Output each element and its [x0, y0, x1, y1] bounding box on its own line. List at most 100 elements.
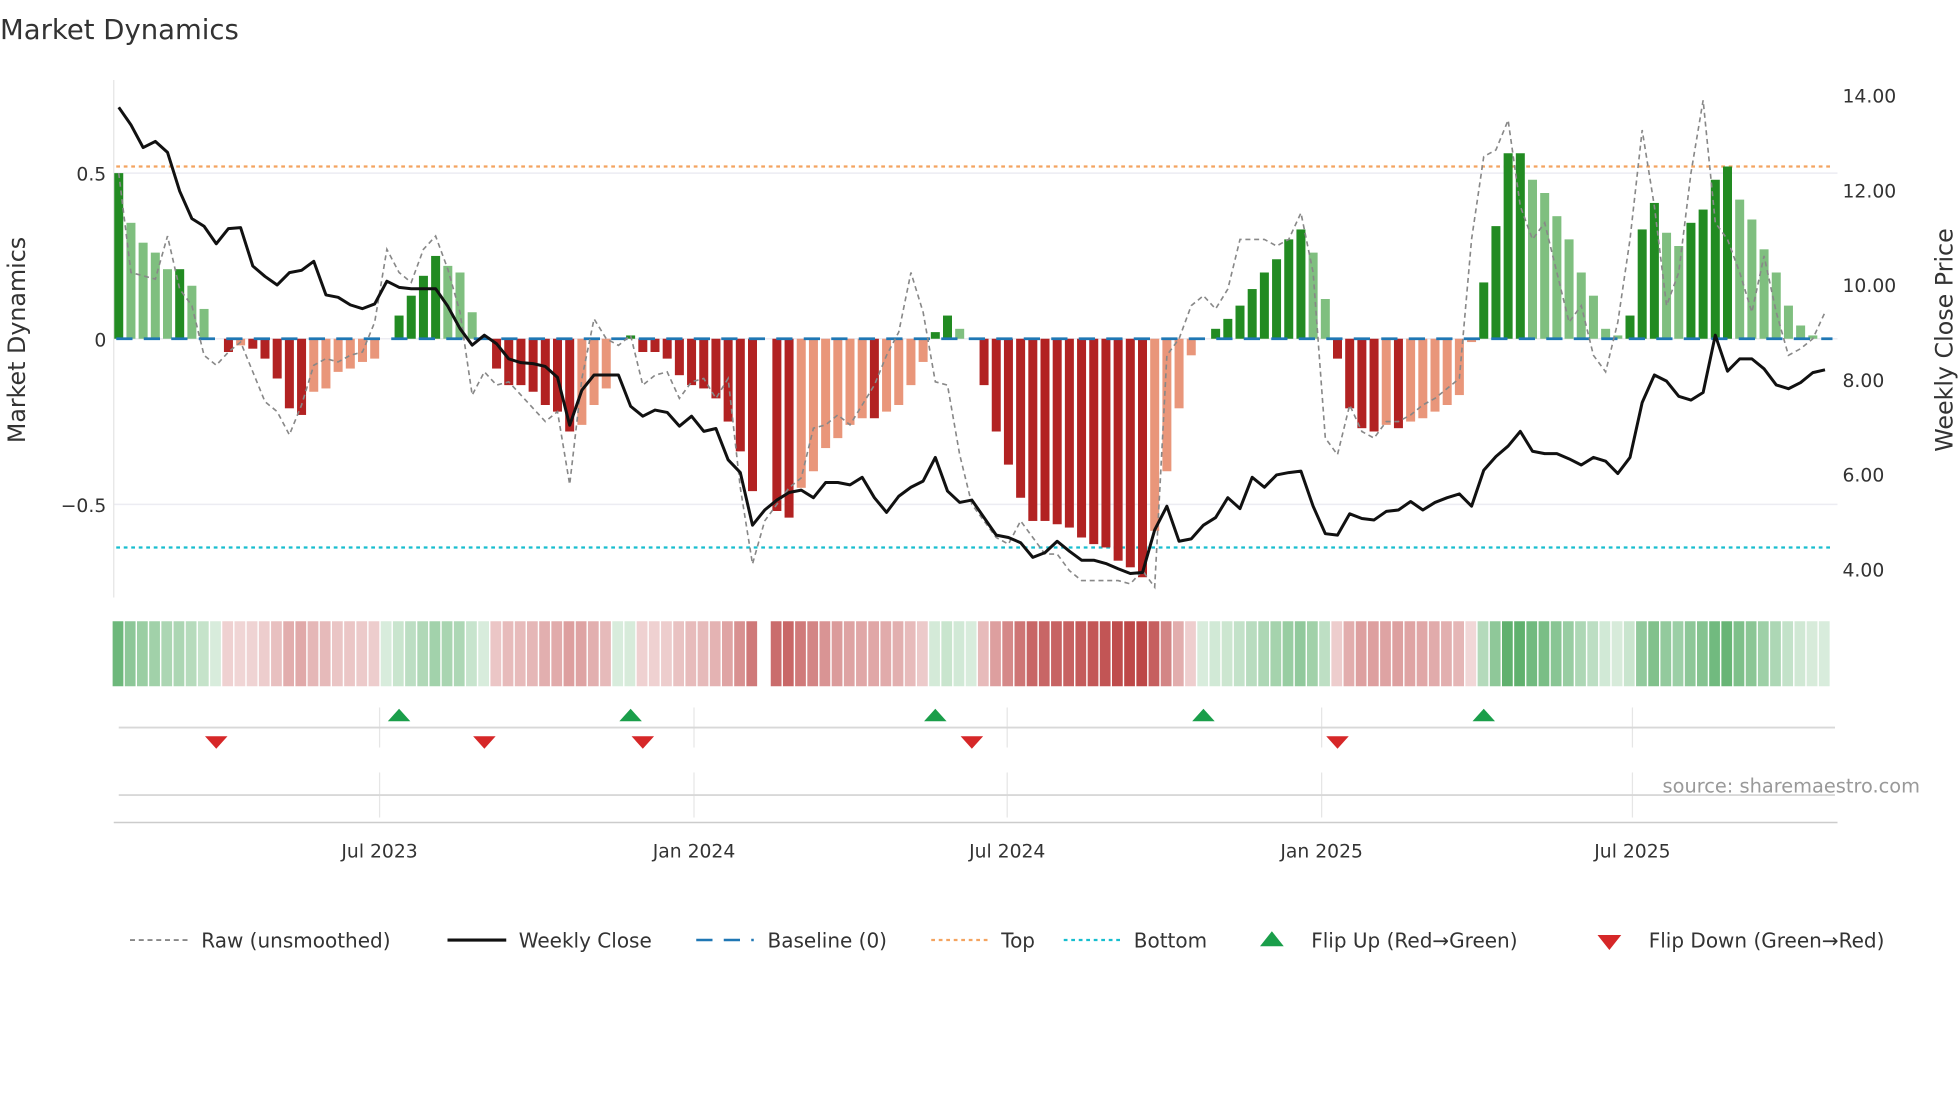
flip-down-marker-icon	[631, 736, 655, 749]
x-tick-label: Jan 2024	[652, 842, 736, 863]
flip-up-marker-icon	[1192, 708, 1215, 722]
momentum-bar	[1674, 246, 1684, 339]
momentum-bar	[1259, 272, 1269, 339]
strip-cell	[368, 621, 380, 687]
momentum-bar	[370, 338, 380, 359]
flip-markers-panel	[113, 708, 1838, 824]
momentum-bar	[1588, 295, 1598, 339]
momentum-bar	[1235, 305, 1245, 339]
strip-cell	[917, 621, 928, 687]
x-tick-label: Jul 2024	[968, 842, 1045, 863]
momentum-bar	[540, 338, 550, 405]
strip-cell	[1404, 621, 1416, 687]
momentum-bar	[1064, 338, 1074, 528]
momentum-bar	[601, 338, 611, 389]
strip-cell	[1636, 621, 1647, 687]
strip-cell	[904, 621, 916, 687]
legend-item-raw: Raw (unsmoothed)	[130, 929, 391, 953]
momentum-bar	[467, 312, 477, 339]
momentum-bar	[1686, 222, 1696, 339]
strip-cell	[673, 621, 684, 687]
strip-cell	[795, 621, 806, 687]
strip-cell	[283, 621, 294, 687]
strip-cell	[1331, 621, 1343, 687]
strip-cell	[1026, 621, 1038, 687]
left-y-axis-label: Market Dynamics	[3, 237, 31, 443]
momentum-bar	[1393, 338, 1403, 429]
momentum-bar	[321, 338, 331, 389]
momentum-bar	[1308, 252, 1318, 339]
strip-cell	[1075, 621, 1087, 687]
strip-cell	[466, 621, 477, 687]
flip-down-marker-icon	[960, 736, 984, 749]
strip-cell	[1721, 621, 1733, 687]
momentum-bar	[504, 338, 514, 386]
momentum-bar	[845, 338, 855, 425]
momentum-bar	[1138, 338, 1147, 578]
momentum-bar	[1625, 315, 1635, 339]
momentum-bar	[1649, 202, 1659, 339]
strip-cell	[1063, 621, 1074, 687]
strip-cell	[1294, 621, 1306, 687]
strip-cell	[990, 621, 1001, 687]
flip-up-marker-icon	[387, 708, 411, 722]
strip-cell	[685, 621, 697, 687]
x-tick-label: Jan 2025	[1279, 842, 1363, 863]
momentum-bar	[1735, 199, 1745, 339]
strip-cell	[587, 621, 599, 687]
legend-item-top: Top	[931, 929, 1035, 953]
strip-cell	[124, 621, 136, 687]
strip-cell	[1502, 621, 1513, 687]
momentum-bar	[1320, 299, 1330, 339]
momentum-bar	[126, 222, 136, 339]
flip-up-marker-icon	[1472, 708, 1495, 722]
momentum-bar	[918, 338, 928, 362]
momentum-bar	[1296, 229, 1306, 339]
legend-item-close: Weekly Close	[447, 929, 652, 953]
strip-cell	[307, 621, 319, 687]
strip-cell	[1380, 621, 1391, 687]
flip-down-marker-icon	[1326, 736, 1349, 749]
momentum-bar	[1381, 338, 1391, 425]
strip-cell	[563, 621, 575, 687]
strip-cell	[868, 621, 879, 687]
strip-cell	[648, 621, 660, 687]
momentum-bar	[1723, 166, 1732, 339]
left-y-tick-label: −0.5	[61, 496, 107, 517]
strip-cell	[453, 621, 465, 687]
momentum-bar	[1089, 338, 1099, 545]
strip-cell	[941, 621, 953, 687]
strip-cell	[1623, 621, 1635, 687]
momentum-bar	[138, 242, 148, 339]
momentum-bar	[894, 338, 904, 405]
strip-cell	[551, 621, 563, 687]
right-y-ticks: 14.00 12.00 10.00 8.00 6.00 4.00	[1843, 87, 1897, 582]
strip-cell	[185, 621, 197, 687]
strip-cell	[1270, 621, 1282, 687]
flip-up-marker-icon	[619, 708, 642, 722]
strip-cell	[380, 621, 392, 687]
strip-cell	[392, 621, 404, 687]
strip-cell	[1697, 621, 1708, 687]
momentum-bar	[1418, 338, 1428, 419]
strip-cell	[1477, 621, 1489, 687]
strip-cell	[478, 621, 489, 687]
strip-cell	[234, 621, 246, 687]
momentum-bar	[1771, 272, 1781, 339]
strip-cell	[782, 621, 794, 687]
momentum-bar	[943, 315, 953, 339]
strip-cell	[697, 621, 709, 687]
momentum-bar	[1698, 209, 1708, 339]
strip-cell	[856, 621, 867, 687]
momentum-bar	[1052, 338, 1062, 525]
strip-cell	[1136, 621, 1148, 687]
momentum-bar	[687, 338, 697, 386]
strip-cell	[1526, 621, 1538, 687]
right-y-tick-label: 6.00	[1843, 466, 1885, 487]
strip-cell	[1258, 621, 1269, 687]
strip-cell	[502, 621, 514, 687]
momentum-bar	[1442, 338, 1452, 405]
strip-cell	[1087, 621, 1099, 687]
strip-cell	[1307, 621, 1318, 687]
left-y-tick-label: 0	[94, 330, 106, 351]
